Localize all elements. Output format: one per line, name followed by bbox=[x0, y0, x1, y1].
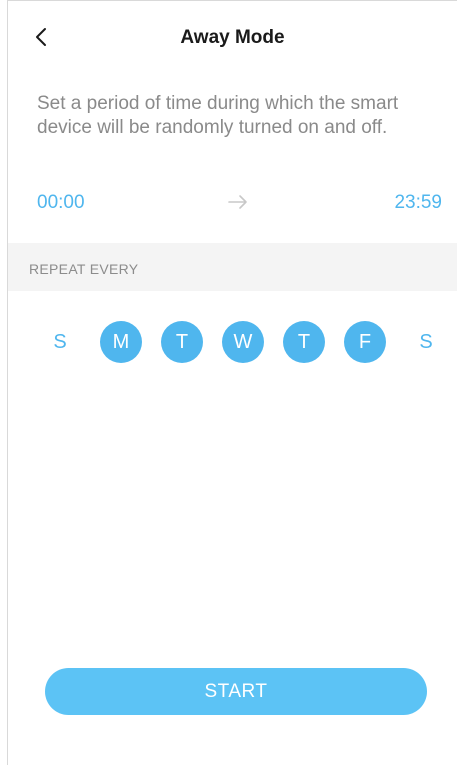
start-time[interactable]: 00:00 bbox=[37, 192, 85, 214]
day-selector: S M T W T F S bbox=[34, 321, 439, 365]
end-time[interactable]: 23:59 bbox=[394, 192, 442, 214]
repeat-section-header: REPEAT EVERY bbox=[8, 243, 457, 291]
day-toggle-tuesday[interactable]: T bbox=[161, 321, 203, 363]
day-toggle-monday[interactable]: M bbox=[100, 321, 142, 363]
day-toggle-sunday[interactable]: S bbox=[39, 321, 81, 363]
time-range: 00:00 23:59 bbox=[37, 189, 442, 219]
day-toggle-friday[interactable]: F bbox=[344, 321, 386, 363]
day-toggle-thursday[interactable]: T bbox=[283, 321, 325, 363]
day-toggle-saturday[interactable]: S bbox=[405, 321, 447, 363]
arrow-right-icon bbox=[228, 195, 247, 209]
page-title: Away Mode bbox=[180, 27, 285, 48]
start-button[interactable]: START bbox=[45, 668, 427, 715]
description-text: Set a period of time during which the sm… bbox=[37, 93, 399, 138]
away-mode-screen: Away Mode Set a period of time during wh… bbox=[7, 0, 457, 765]
header: Away Mode bbox=[8, 1, 457, 73]
day-toggle-wednesday[interactable]: W bbox=[222, 321, 264, 363]
section-label: REPEAT EVERY bbox=[29, 261, 139, 277]
